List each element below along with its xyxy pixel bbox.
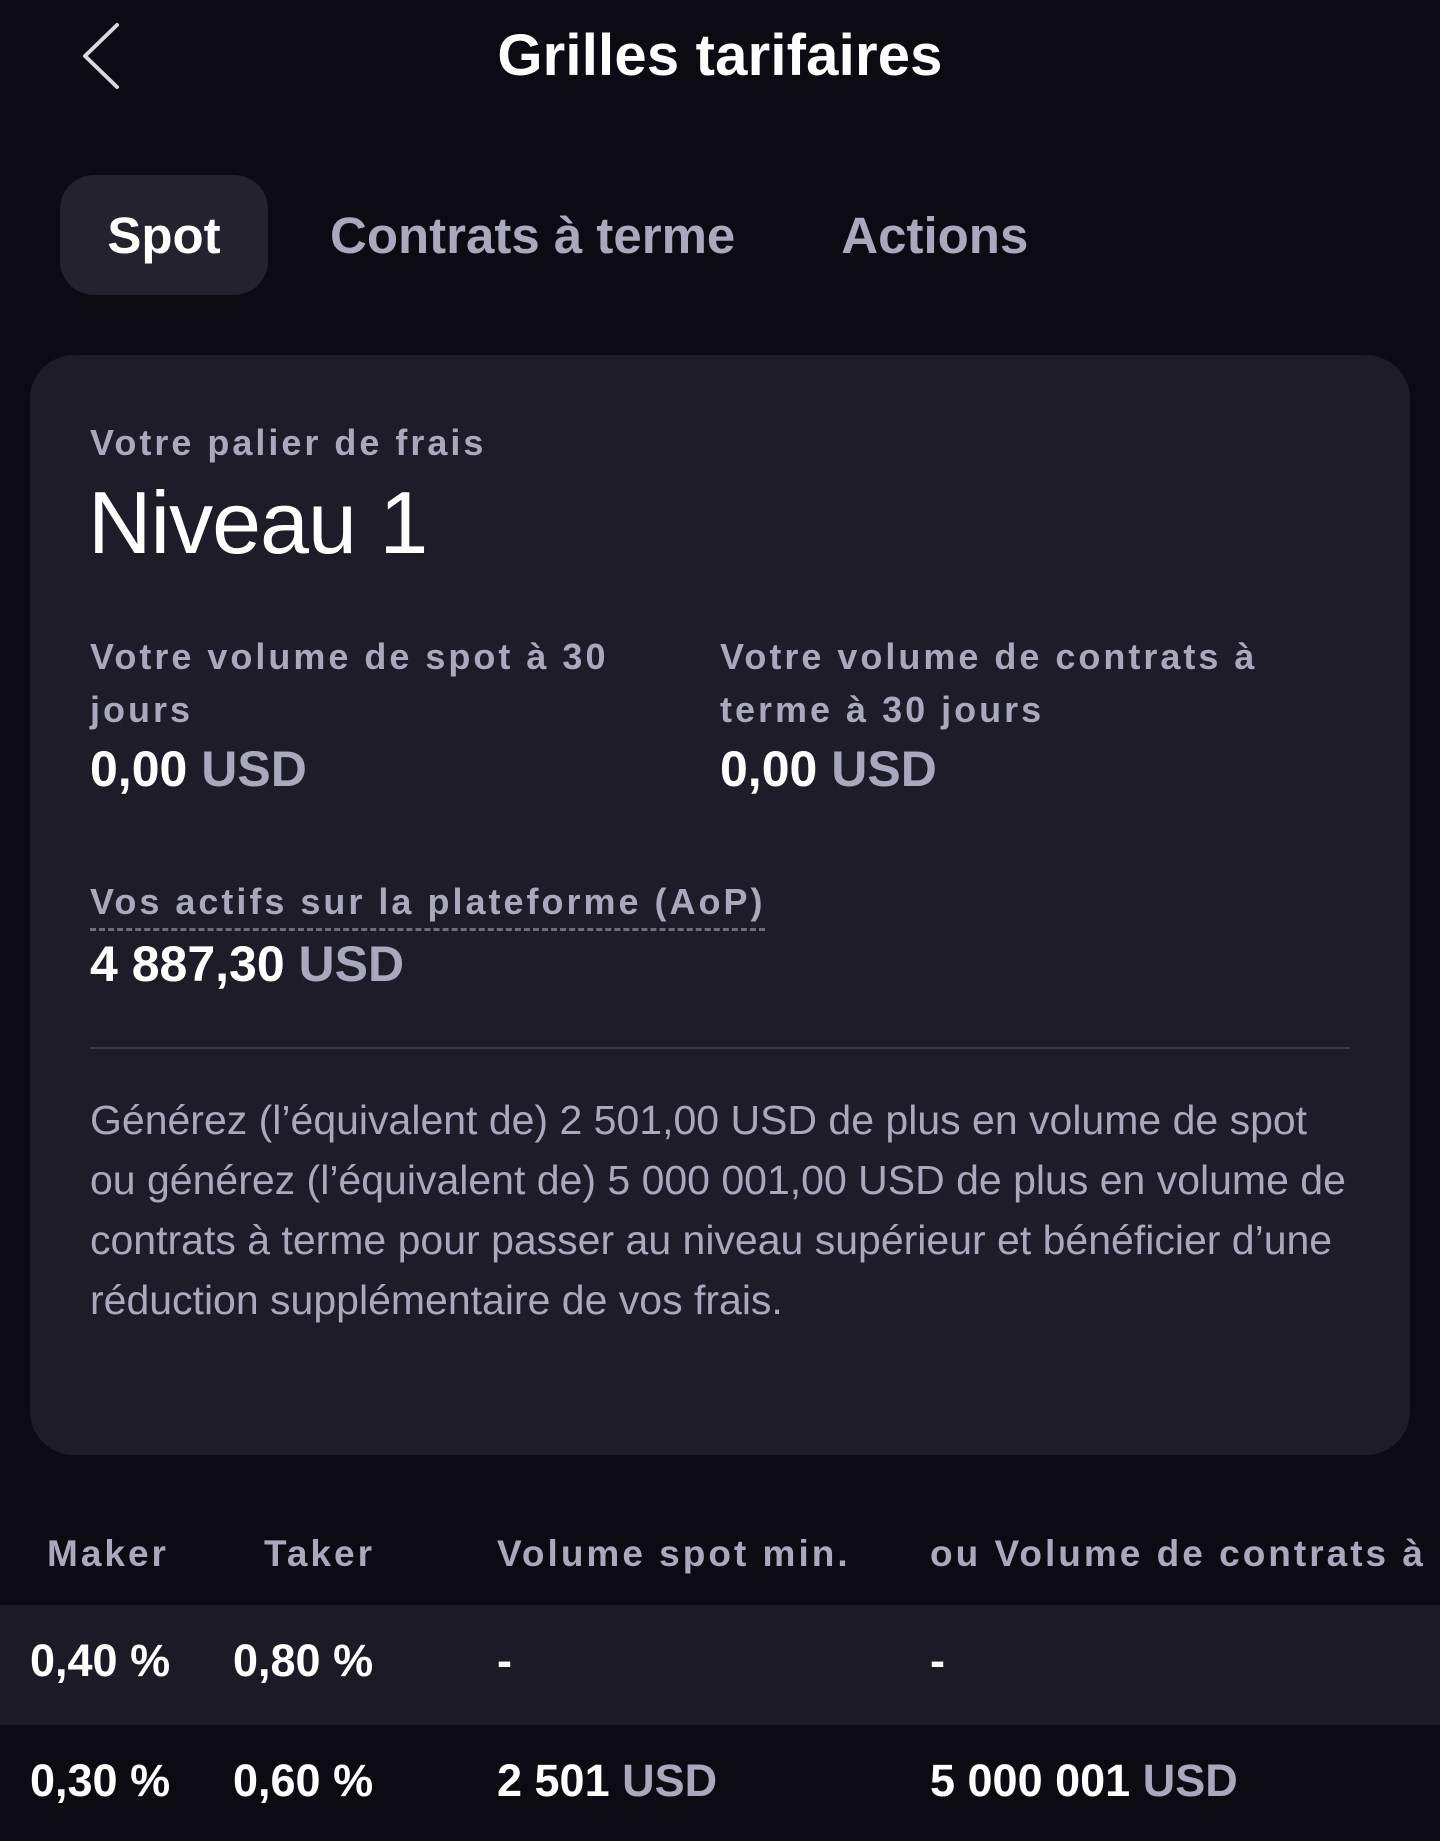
spot-min-value: 2 501 (497, 1755, 610, 1806)
tab-spot[interactable]: Spot (60, 175, 268, 295)
futures-min: 5 000 001 USD (930, 1755, 1238, 1807)
table-row[interactable]: 0,30 % 0,60 % 2 501 USD 5 000 001 USD (0, 1725, 1440, 1841)
futures-volume-label: Votre volume de contrats à terme à 30 jo… (720, 636, 1258, 730)
futures-volume-amount: 0,00 USD (720, 740, 1280, 798)
taker-fee: 0,80 % (233, 1635, 374, 1686)
aop-label[interactable]: Vos actifs sur la plateforme (AoP) (90, 875, 766, 931)
spot-volume-amount: 0,00 USD (90, 740, 650, 798)
spot-volume-label: Votre volume de spot à 30 jours (90, 636, 609, 730)
fee-schedule-page: Grilles tarifaires Spot Contrats à terme… (0, 0, 1440, 1841)
upgrade-description: Générez (l’équivalent de) 2 501,00 USD d… (90, 1097, 1346, 1323)
fee-table: Maker Taker Volume spot min. ou Volume d… (0, 1505, 1440, 1841)
aop-amount: 4 887,30 USD (90, 935, 765, 993)
maker-fee: 0,40 % (30, 1635, 171, 1686)
aop-value: 4 887,30 (90, 936, 285, 992)
spot-volume-unit: USD (201, 741, 307, 797)
spot-volume-value: 0,00 (90, 741, 188, 797)
spot-min: 2 501 USD (497, 1755, 717, 1807)
maker-fee: 0,30 % (30, 1755, 171, 1806)
futures-volume-value: 0,00 (720, 741, 818, 797)
header-futures-min: ou Volume de contrats à (930, 1533, 1426, 1574)
fee-tier-card: Votre palier de frais Niveau 1 Votre vol… (30, 355, 1410, 1455)
header: Grilles tarifaires (0, 0, 1440, 115)
page-title: Grilles tarifaires (497, 23, 943, 88)
tier-value: Niveau 1 (88, 473, 428, 572)
futures-min-value: 5 000 001 (930, 1755, 1131, 1806)
futures-min: - (930, 1635, 945, 1687)
divider (90, 1047, 1350, 1049)
futures-min-unit: USD (1142, 1755, 1238, 1806)
table-header: Maker Taker Volume spot min. ou Volume d… (0, 1505, 1440, 1605)
futures-volume-block: Votre volume de contrats à terme à 30 jo… (720, 630, 1280, 798)
header-maker: Maker (47, 1533, 169, 1574)
spot-min-value: - (497, 1635, 512, 1686)
futures-volume-unit: USD (831, 741, 937, 797)
spot-min: - (497, 1635, 512, 1687)
tab-stocks[interactable]: Actions (795, 175, 1074, 295)
header-taker: Taker (264, 1533, 375, 1574)
tier-label: Votre palier de frais (90, 422, 487, 463)
taker-fee: 0,60 % (233, 1755, 374, 1806)
header-spot-min: Volume spot min. (497, 1533, 851, 1574)
tab-futures[interactable]: Contrats à terme (284, 175, 781, 295)
aop-block: Vos actifs sur la plateforme (AoP) 4 887… (90, 875, 766, 993)
table-row[interactable]: 0,40 % 0,80 % - - (0, 1605, 1440, 1725)
spot-min-unit: USD (622, 1755, 718, 1806)
tab-bar: Spot Contrats à terme Actions (60, 175, 1074, 295)
spot-volume-block: Votre volume de spot à 30 jours 0,00 USD (90, 630, 650, 798)
aop-unit: USD (298, 936, 405, 992)
futures-min-value: - (930, 1635, 945, 1686)
